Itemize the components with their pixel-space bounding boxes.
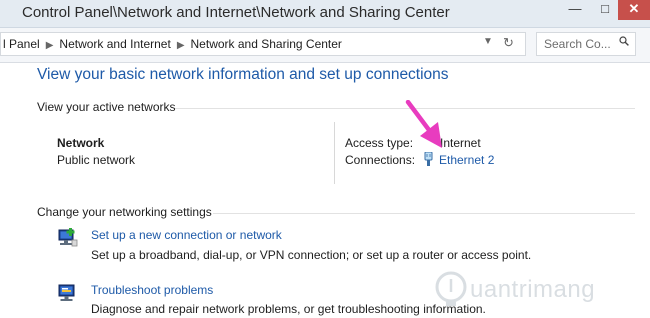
search-placeholder: Search Co... — [544, 37, 611, 51]
troubleshoot-description: Diagnose and repair network problems, or… — [91, 302, 486, 316]
setup-connection-description: Set up a broadband, dial-up, or VPN conn… — [91, 248, 532, 262]
magenta-arrow-annotation — [405, 100, 442, 148]
lightbulb-icon — [435, 271, 467, 306]
breadcrumb-control-panel[interactable]: l Panel — [3, 37, 40, 51]
section-divider — [213, 213, 635, 214]
chevron-down-icon[interactable]: ▼ — [483, 36, 493, 47]
minimize-button[interactable]: — — [560, 0, 590, 20]
network-type-link[interactable]: Public network — [57, 153, 135, 167]
address-bar[interactable]: l Panel ▶ Network and Internet ▶ Network and… — [0, 32, 526, 56]
troubleshoot-icon — [58, 284, 75, 301]
search-icon[interactable] — [619, 36, 629, 46]
breadcrumb-separator-icon[interactable]: ▶ — [46, 40, 54, 51]
title-bar: Control Panel\Network and Internet\Netwo… — [0, 0, 650, 28]
change-settings-title: Change your networking settings — [37, 205, 212, 219]
vertical-divider — [334, 122, 335, 184]
close-button[interactable]: ✕ — [618, 0, 650, 20]
breadcrumb-separator-icon[interactable]: ▶ — [177, 40, 185, 51]
watermark: uantrimang — [430, 268, 645, 314]
active-networks-title: View your active networks — [37, 100, 176, 114]
search-input[interactable]: Search Co... — [536, 32, 636, 56]
page-title: View your basic network information and … — [37, 66, 449, 83]
network-name: Network — [57, 136, 105, 150]
watermark-text: uantrimang — [470, 276, 596, 303]
breadcrumb-network-and-sharing-center[interactable]: Network and Sharing Center — [191, 37, 342, 51]
refresh-icon[interactable]: ↻ — [503, 35, 514, 51]
maximize-button[interactable]: □ — [590, 0, 620, 20]
breadcrumb: l Panel ▶ Network and Internet ▶ Network and… — [3, 37, 342, 51]
setup-connection-link[interactable]: Set up a new connection or network — [91, 228, 282, 242]
window-title: Control Panel\Network and Internet\Netwo… — [22, 4, 450, 21]
network-setup-icon — [58, 228, 78, 247]
address-bar-area: l Panel ▶ Network and Internet ▶ Network and… — [0, 28, 650, 63]
breadcrumb-network-and-internet[interactable]: Network and Internet — [59, 37, 170, 51]
troubleshoot-link[interactable]: Troubleshoot problems — [91, 283, 213, 297]
